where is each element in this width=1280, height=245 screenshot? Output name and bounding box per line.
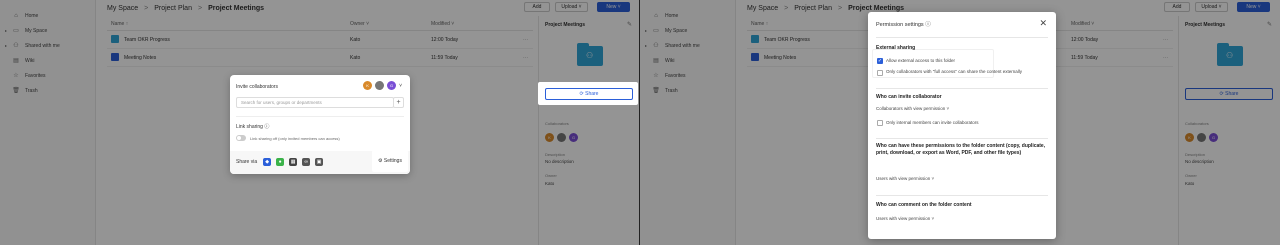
share-via-row: Share via ◆ ● ▦ ∞ ▣: [236, 158, 328, 166]
avatar: [375, 81, 385, 90]
divider: [876, 88, 1048, 89]
invite-permission-dropdown[interactable]: Collaborators with view permission ˅: [876, 106, 949, 111]
allow-external-checkbox[interactable]: ✓: [877, 58, 883, 64]
external-sharing-heading: External sharing: [876, 45, 916, 51]
wechat-icon[interactable]: ●: [276, 158, 285, 166]
add-icon[interactable]: +: [393, 97, 404, 108]
link-sharing-label: Link sharing ⓘ: [236, 124, 270, 130]
avatar: K: [363, 81, 373, 90]
collaborator-avatars[interactable]: K G ˅: [363, 81, 402, 90]
who-comment-heading: Who can comment on the folder content: [876, 202, 972, 208]
close-icon[interactable]: ✕: [1039, 18, 1047, 29]
left-panel: ⌂ Home ▸ ▭ My Space ▸ ⚇ Shared with me ▤…: [0, 0, 640, 245]
dialog-title: Permission settings ⓘ: [876, 22, 931, 28]
screenshot: ⌂ Home ▸ ▭ My Space ▸ ⚇ Shared with me ▤…: [0, 0, 1280, 245]
share-via-label: Share via: [236, 159, 258, 165]
divider: [876, 37, 1048, 38]
qr-code-icon[interactable]: ▦: [289, 158, 298, 166]
link-sharing-toggle[interactable]: [236, 135, 246, 141]
avatar: G: [387, 81, 397, 90]
lark-icon[interactable]: ◆: [263, 158, 272, 166]
chevron-down-icon[interactable]: ˅: [399, 83, 402, 89]
permissions-dropdown[interactable]: Users with view permission ˅: [876, 176, 934, 181]
settings-button[interactable]: ⚙ Settings: [373, 153, 407, 169]
who-invite-heading: Who can invite collaborator: [876, 94, 942, 100]
permission-settings-dialog: Permission settings ⓘ ✕ External sharing…: [868, 12, 1056, 239]
divider: [236, 116, 404, 117]
link-icon[interactable]: ∞: [302, 158, 311, 166]
link-sharing-status: Link sharing off (only invited members c…: [250, 136, 340, 141]
full-access-checkbox[interactable]: [877, 70, 883, 76]
allow-external-label: Allow external access to this folder: [886, 58, 956, 63]
comment-dropdown[interactable]: Users with view permission ˅: [876, 216, 934, 221]
share-button[interactable]: ⟳ Share: [545, 88, 633, 100]
divider: [876, 138, 1048, 139]
search-input[interactable]: Search for users, groups or departments: [236, 97, 394, 108]
who-permissions-heading: Who can have these permissions to the fo…: [876, 143, 1046, 156]
invite-title: Invite collaborators: [236, 84, 278, 90]
internal-only-checkbox[interactable]: [877, 120, 883, 126]
internal-only-label: Only internal members can invite collabo…: [886, 120, 979, 125]
full-access-label: Only collaborators with "full access" ca…: [886, 69, 1023, 74]
divider: [876, 195, 1048, 196]
image-icon[interactable]: ▣: [315, 158, 324, 166]
